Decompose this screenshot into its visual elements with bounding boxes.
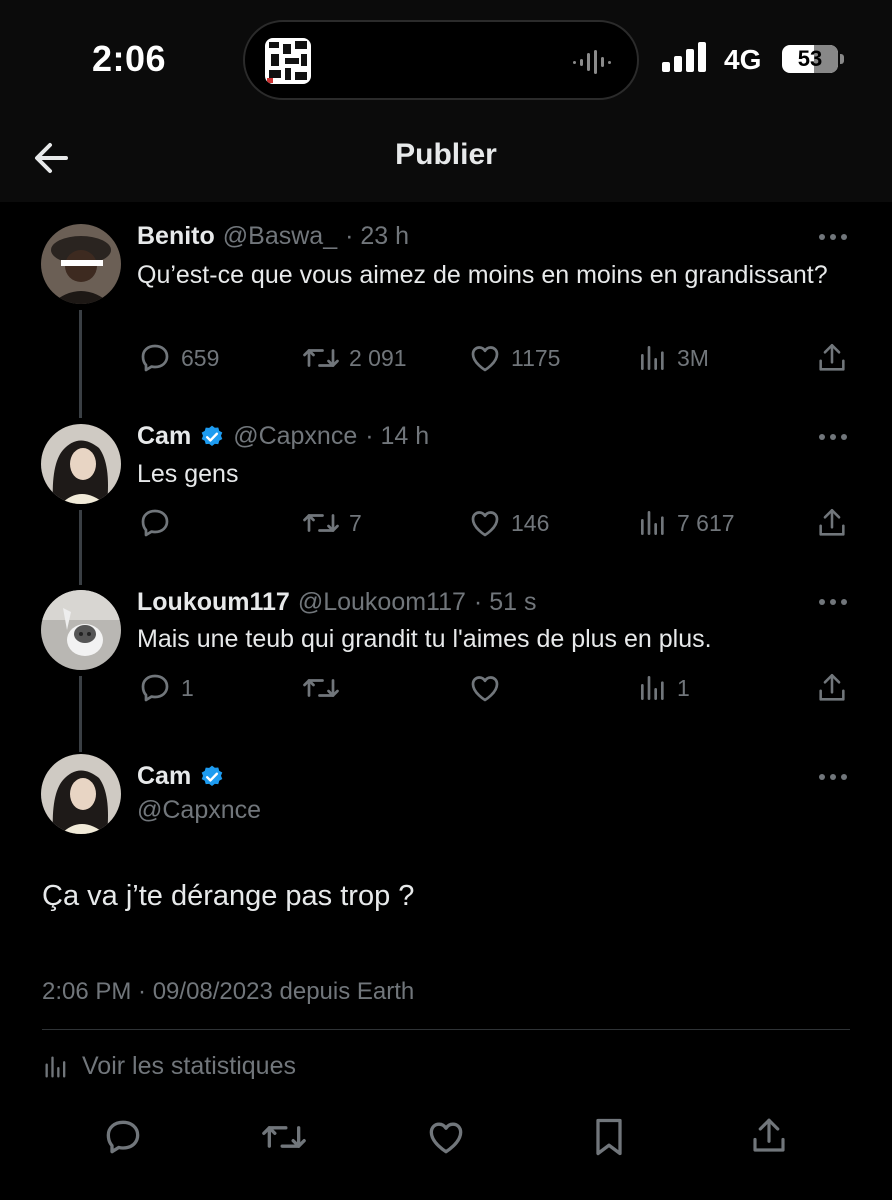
like-button[interactable]: 146: [467, 503, 549, 543]
thread-connector: [79, 510, 82, 585]
retweet-icon: [303, 514, 339, 532]
page-title: Publier: [395, 138, 497, 171]
heart-icon[interactable]: [424, 1115, 468, 1159]
bookmark-icon[interactable]: [587, 1115, 631, 1159]
battery-level: 53: [797, 46, 823, 71]
share-icon: [819, 508, 845, 536]
author-name[interactable]: Benito: [137, 222, 215, 251]
reply-icon: [141, 674, 169, 702]
share-button[interactable]: [815, 503, 849, 543]
view-count: 7 617: [677, 509, 735, 536]
retweet-button[interactable]: 7: [301, 503, 362, 543]
tweet-text: Ça va j’te dérange pas trop ?: [42, 880, 415, 912]
share-icon: [819, 673, 845, 701]
album-art-icon: [265, 38, 311, 84]
avatar[interactable]: [41, 590, 121, 670]
retweet-icon: [303, 349, 339, 367]
view-count: 1: [677, 674, 690, 701]
author-handle-row: @Capxnce: [137, 796, 261, 825]
more-options-icon[interactable]: [818, 772, 848, 782]
more-options-icon[interactable]: [818, 432, 848, 442]
reply-count: 1: [181, 674, 194, 701]
share-icon: [819, 343, 845, 371]
tweet-time[interactable]: · 14 h: [365, 422, 429, 451]
thread-connector: [79, 676, 82, 752]
reply-button[interactable]: [137, 503, 181, 543]
retweet-icon: [303, 679, 339, 697]
tweet-header: Cam @Capxnce · 14 h: [137, 422, 429, 451]
verified-badge-icon: [199, 424, 225, 450]
analytics-icon: [45, 1056, 66, 1077]
author-name[interactable]: Loukoum117: [137, 588, 290, 617]
retweet-button[interactable]: 2 091: [301, 338, 407, 378]
status-bar: 2:06 4G 53: [0, 0, 892, 120]
audio-waveform-icon: [571, 48, 615, 76]
retweet-icon[interactable]: [260, 1115, 306, 1159]
tweet-actions: 7 146 7 617: [137, 503, 852, 543]
divider: [42, 1029, 850, 1030]
status-time: 2:06: [92, 38, 167, 79]
heart-icon: [471, 676, 499, 702]
reply-button[interactable]: 659: [137, 338, 219, 378]
tweet-text: Les gens: [137, 460, 239, 488]
author-handle[interactable]: @Capxnce: [233, 422, 357, 451]
cellular-signal-icon: [662, 42, 710, 72]
retweet-count: 7: [349, 509, 362, 536]
view-statistics-link[interactable]: Voir les statistiques: [42, 1052, 296, 1081]
heart-icon: [471, 346, 499, 372]
avatar[interactable]: [41, 424, 121, 504]
tweet-header: Benito @Baswa_ · 23 h: [137, 222, 409, 251]
view-count: 3M: [677, 344, 709, 371]
verified-badge-icon: [199, 764, 225, 790]
tweet-header: Loukoum117 @Loukoom117 · 51 s: [137, 588, 536, 617]
tweet-time[interactable]: · 23 h: [345, 222, 409, 251]
reply-icon: [141, 344, 169, 372]
like-count: 1175: [511, 344, 561, 371]
reply-count: 659: [181, 344, 220, 371]
share-button[interactable]: [815, 338, 849, 378]
author-header: Cam: [137, 762, 225, 791]
tweet-metadata: 2:06 PM · 09/08/2023 depuis Earth: [42, 978, 415, 1005]
like-button[interactable]: [467, 668, 511, 708]
author-handle[interactable]: @Baswa_: [223, 222, 337, 251]
battery-tip-icon: [840, 54, 844, 64]
main-tweet-actions: [0, 1115, 892, 1165]
author-name[interactable]: Cam: [137, 422, 191, 451]
author-handle[interactable]: @Capxnce: [137, 796, 261, 825]
tweet-actions: 659 2 091 1175 3M: [137, 338, 852, 378]
nav-bar: Publier: [0, 120, 892, 202]
dynamic-island[interactable]: [243, 20, 639, 100]
avatar[interactable]: [41, 224, 121, 304]
analytics-icon: [641, 511, 664, 535]
share-icon[interactable]: [748, 1115, 792, 1159]
thread-connector: [79, 310, 82, 418]
author-handle[interactable]: @Loukoom117: [298, 588, 466, 617]
like-count: 146: [511, 509, 550, 536]
analytics-icon: [641, 346, 664, 370]
reply-button[interactable]: 1: [137, 668, 194, 708]
more-options-icon[interactable]: [818, 232, 848, 242]
retweet-count: 2 091: [349, 344, 407, 371]
tweet-text: Mais une teub qui grandit tu l'aimes de …: [137, 625, 712, 653]
avatar[interactable]: [41, 754, 121, 834]
author-name[interactable]: Cam: [137, 762, 191, 791]
view-statistics-label: Voir les statistiques: [82, 1052, 296, 1080]
tweet-text: Qu’est-ce que vous aimez de moins en moi…: [137, 261, 828, 289]
heart-icon: [471, 511, 499, 537]
battery-indicator: 53: [782, 45, 838, 73]
views-button[interactable]: 7 617: [637, 503, 735, 543]
retweet-button[interactable]: [301, 668, 349, 708]
analytics-icon: [641, 676, 664, 700]
like-button[interactable]: 1175: [467, 338, 560, 378]
tweet-time[interactable]: · 51 s: [474, 588, 537, 617]
reply-icon[interactable]: [101, 1115, 145, 1159]
views-button[interactable]: 3M: [637, 338, 709, 378]
network-type: 4G: [724, 44, 762, 75]
share-button[interactable]: [815, 668, 849, 708]
reply-icon: [141, 509, 169, 537]
tweet-actions: 1 1: [137, 668, 852, 708]
views-button[interactable]: 1: [637, 668, 690, 708]
more-options-icon[interactable]: [818, 597, 848, 607]
